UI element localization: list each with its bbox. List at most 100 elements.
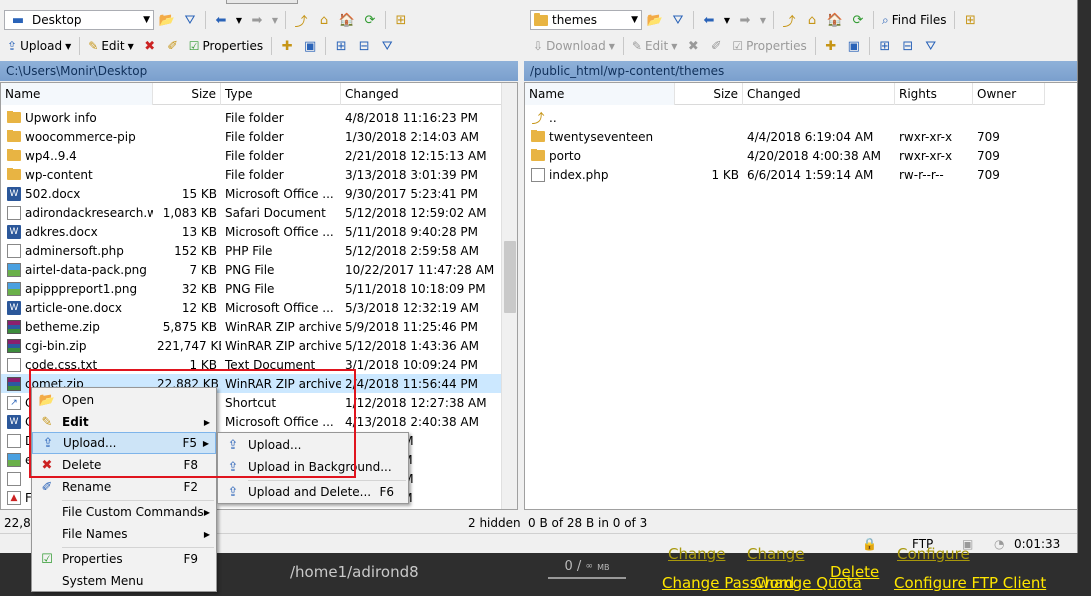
table-row[interactable]: index.php 1 KB 6/6/2014 1:59:14 AM rw-r--r-… [525,165,1045,184]
chevron-down-icon[interactable]: ▼ [722,10,732,30]
delete-icon[interactable]: ✖ [140,36,160,56]
back-icon[interactable]: ⬅ [699,10,719,30]
table-row[interactable]: code.css.txt 1 KB Text Document 3/1/2018 10… [1,355,501,374]
separator [954,11,956,29]
table-row[interactable]: betheme.zip 5,875 KB WinRAR ZIP archive 5/9… [1,317,501,336]
filter-icon[interactable]: ⛛ [180,10,200,30]
new-session-tab[interactable] [226,0,298,4]
menu-item-open[interactable]: 📂 Open [32,389,216,411]
unselect-icon[interactable]: ⊟ [898,36,918,56]
menu-item-rename[interactable]: ✐ Rename F2 [32,476,216,498]
submenu-item-upload[interactable]: ⇪ Upload... [218,434,408,456]
file-type: PHP File [225,243,273,258]
table-row[interactable]: cgi-bin.zip 221,747 KB WinRAR ZIP archive 5… [1,336,501,355]
root-directory-icon[interactable]: ⌂ [314,10,334,30]
parent-directory-icon[interactable]: ⤴ [779,10,799,30]
table-row[interactable]: wp4..9.4 File folder 2/21/2018 12:15:13 AM [1,146,501,165]
select-filter-icon[interactable]: ⛛ [377,36,397,56]
back-icon[interactable]: ⬅ [211,10,231,30]
table-row[interactable]: adminersoft.php 152 KB PHP File 5/12/2018 2… [1,241,501,260]
menu-item-edit[interactable]: ✎ Edit ▶ [32,411,216,433]
file-type: Microsoft Office ... [225,300,334,315]
menu-item-system-menu[interactable]: System Menu [32,570,216,592]
pdf-icon: ▲ [7,490,21,505]
table-row[interactable]: wp-content File folder 3/13/2018 3:01:39 P… [1,165,501,184]
upload-button[interactable]: ⇪ Upload ▼ [4,36,74,56]
table-row[interactable]: Warticle-one.docx 12 KB Microsoft Office .… [1,298,501,317]
submenu-item-upload-background[interactable]: ⇪ Upload in Background... [218,456,408,478]
scrollbar-thumb[interactable] [504,241,516,313]
file-name: article-one.docx [25,300,122,315]
refresh-icon[interactable]: ⟳ [360,10,380,30]
table-row[interactable]: ⤴.. [525,108,1045,127]
file-changed: 4/8/2018 11:16:23 PM [345,110,479,125]
column-rights[interactable]: Rights [895,83,973,105]
left-path-bar[interactable]: C:\Users\Monir\Desktop [0,61,518,81]
column-name[interactable]: Name [1,83,153,105]
tree-icon[interactable]: ⊞ [391,10,411,30]
home-directory-icon[interactable]: 🏠 [337,10,357,30]
new-folder-icon[interactable]: ✚ [277,36,297,56]
tree-icon[interactable]: ⊞ [960,10,980,30]
select-all-icon[interactable]: ⊞ [331,36,351,56]
delete-link[interactable]: Delete [830,563,879,581]
open-directory-icon[interactable]: 📂 [157,10,177,30]
download-button[interactable]: ⇩ Download ▼ [530,36,618,56]
filter-icon[interactable]: ⛛ [668,10,688,30]
left-location-combo[interactable]: ▬ Desktop ▼ [4,10,154,30]
table-row[interactable]: apipppreport1.png 32 KB PNG File 5/11/2018 … [1,279,501,298]
edit-button[interactable]: ✎ Edit ▼ [85,36,136,56]
new-file-icon[interactable]: ▣ [300,36,320,56]
chevron-down-icon[interactable]: ▼ [758,10,768,30]
find-files-button[interactable]: ⌕ Find Files [879,10,949,30]
select-all-icon[interactable]: ⊞ [875,36,895,56]
right-file-panel[interactable]: Name Size Changed Rights Owner ⤴.. twenty… [524,82,1077,510]
configure-ftp-link[interactable]: Configure FTP Client [894,574,1046,592]
menu-item-properties[interactable]: ☑ Properties F9 [32,548,216,570]
table-row[interactable]: porto 4/20/2018 4:00:38 AM rwxr-xr-x 709 [525,146,1045,165]
column-type[interactable]: Type [221,83,341,105]
forward-icon[interactable]: ➡ [247,10,267,30]
column-name[interactable]: Name [525,83,675,105]
table-row[interactable]: woocommerce-pip File folder 1/30/2018 2:14… [1,127,501,146]
right-path-bar[interactable]: /public_html/wp-content/themes [524,61,1077,81]
menu-item-file-names[interactable]: File Names ▶ [32,523,216,545]
select-filter-icon[interactable]: ⛛ [921,36,941,56]
file-name-cell: W 502.docx [1,186,153,201]
table-row[interactable]: W 502.docx 15 KB Microsoft Office ... 9/30/2… [1,184,501,203]
table-row[interactable]: adirondackresearch.w... 1,083 KB Safari Do… [1,203,501,222]
gauge-unit: MB [597,563,610,572]
column-owner[interactable]: Owner [973,83,1045,105]
column-size[interactable]: Size [675,83,743,105]
open-directory-icon[interactable]: 📂 [645,10,665,30]
column-size[interactable]: Size [153,83,221,105]
chevron-down-icon[interactable]: ▼ [270,10,280,30]
chevron-down-icon[interactable]: ▼ [234,10,244,30]
menu-item-delete[interactable]: ✖ Delete F8 [32,454,216,476]
rename-icon[interactable]: ✐ [706,36,726,56]
column-changed[interactable]: Changed [743,83,895,105]
refresh-icon[interactable]: ⟳ [848,10,868,30]
parent-directory-icon[interactable]: ⤴ [291,10,311,30]
new-folder-icon[interactable]: ✚ [821,36,841,56]
root-directory-icon[interactable]: ⌂ [802,10,822,30]
forward-icon[interactable]: ➡ [735,10,755,30]
right-location-combo[interactable]: themes ▼ [530,10,642,30]
table-row[interactable]: airtel-data-pack.png 7 KB PNG File 10/22/20… [1,260,501,279]
unselect-icon[interactable]: ⊟ [354,36,374,56]
menu-item-upload[interactable]: ⇪ Upload... F5 ▶ [32,432,216,454]
table-row[interactable]: twentyseventeen 4/4/2018 6:19:04 AM rwxr-x… [525,127,1045,146]
remote-properties-button[interactable]: ☑ Properties [729,36,809,56]
menu-item-file-custom-commands[interactable]: File Custom Commands ▶ [32,501,216,523]
table-row[interactable]: Wadkres.docx 13 KB Microsoft Office ... 5/1… [1,222,501,241]
properties-button[interactable]: ☑ Properties [186,36,266,56]
home-directory-icon[interactable]: 🏠 [825,10,845,30]
remote-edit-button[interactable]: ✎ Edit ▼ [629,36,680,56]
table-row[interactable]: Upwork info File folder 4/8/2018 11:16:23 … [1,108,501,127]
left-scrollbar[interactable] [501,83,517,509]
submenu-item-upload-delete[interactable]: ⇪ Upload and Delete... F6 [218,481,408,503]
delete-icon[interactable]: ✖ [683,36,703,56]
new-file-icon[interactable]: ▣ [844,36,864,56]
rename-icon[interactable]: ✐ [163,36,183,56]
column-changed[interactable]: Changed [341,83,503,105]
